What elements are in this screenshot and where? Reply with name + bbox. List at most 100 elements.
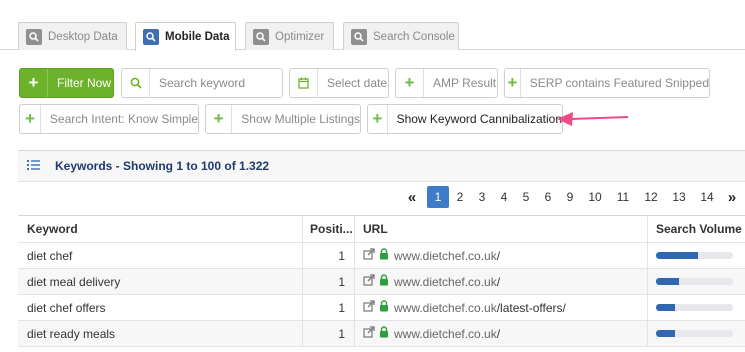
serp-featured-filter[interactable]: + SERP contains Featured Snipped [504,68,710,98]
tab-desktop-data[interactable]: Desktop Data [18,22,127,50]
search-volume-bar-fill [656,252,699,259]
search-volume-bar [656,330,733,337]
search-intent-filter[interactable]: + Search Intent: Know Simple [19,104,199,134]
url-cell: www.dietchef.co.uk/latest-offers/ [354,295,647,320]
search-icon [143,29,159,45]
search-icon [351,28,367,45]
keyword-cannibalization-label: Show Keyword Cannibalization [396,112,562,126]
column-header-position[interactable]: Positi... [302,216,354,242]
page-4[interactable]: 4 [493,186,515,208]
search-icon [26,28,42,45]
table-row[interactable]: diet meal delivery 1 www.dietchef.co.uk / [18,269,745,295]
pagination-prev[interactable]: « [400,186,424,208]
list-icon [27,159,40,173]
tab-label: Desktop Data [48,30,118,43]
page-9[interactable]: 9 [559,186,581,208]
multiple-listings-filter[interactable]: + Show Multiple Listings [205,104,361,134]
external-link-icon[interactable] [363,300,375,315]
lock-icon [379,326,389,341]
table-header-row: Keyword Positi... URL Search Volume [18,216,745,243]
page-6[interactable]: 6 [537,186,559,208]
url-cell: www.dietchef.co.uk / [354,321,647,346]
url-domain[interactable]: www.dietchef.co.uk [394,301,497,315]
pointer-arrow-icon [557,112,629,126]
search-keyword-placeholder: Search keyword [159,76,246,90]
page-13[interactable]: 13 [665,186,693,208]
plus-icon: + [368,105,388,133]
position-cell: 1 [302,295,354,320]
search-volume-cell [647,269,745,294]
keywords-table: Keyword Positi... URL Search Volume diet… [18,215,745,347]
url-cell: www.dietchef.co.uk / [354,243,647,268]
search-volume-bar [656,252,733,259]
external-link-icon[interactable] [363,248,375,263]
lock-icon [379,274,389,289]
page-2[interactable]: 2 [449,186,471,208]
filter-now-button[interactable]: + Filter Now [19,68,114,98]
search-icon [253,28,269,45]
table-row[interactable]: diet ready meals 1 www.dietchef.co.uk / [18,321,745,347]
page-1[interactable]: 1 [427,186,449,208]
pagination-next[interactable]: » [721,186,743,208]
keyword-cell: diet chef offers [27,300,106,315]
search-volume-bar-fill [656,278,680,285]
column-header-search-volume[interactable]: Search Volume [647,216,745,242]
search-volume-cell [647,295,745,320]
tab-search-console[interactable]: Search Console [343,22,459,50]
search-volume-bar [656,278,733,285]
table-row[interactable]: diet chef offers 1 www.dietchef.co.uk/late… [18,295,745,321]
filter-now-label: Filter Now [57,76,112,90]
url-path[interactable]: / [497,249,500,263]
keyword-cell: diet meal delivery [27,274,121,289]
position-cell: 1 [302,321,354,346]
pagination: « 1 2 3 4 5 6 9 10 11 12 13 14 » [400,186,743,208]
keyword-cell: diet chef [27,248,73,263]
search-intent-label: Search Intent: Know Simple [49,112,198,126]
page-12[interactable]: 12 [637,186,665,208]
keyword-cell: diet ready meals [27,326,116,341]
tab-label: Optimizer [275,30,325,43]
plus-icon: + [206,105,233,133]
url-path[interactable]: / [497,327,500,341]
external-link-icon[interactable] [363,326,375,341]
data-source-tabs: Desktop Data Mobile Data Optimizer Searc… [0,0,745,51]
page-11[interactable]: 11 [609,186,637,208]
column-header-url[interactable]: URL [354,216,647,242]
keyword-cannibalization-filter[interactable]: + Show Keyword Cannibalization [367,104,563,134]
position-cell: 1 [302,243,354,268]
search-volume-cell [647,243,745,268]
amp-result-filter[interactable]: + AMP Result [395,68,498,98]
tab-optimizer[interactable]: Optimizer [245,22,334,50]
page-14[interactable]: 14 [693,186,721,208]
serp-featured-label: SERP contains Featured Snipped [529,76,709,90]
plus-icon: + [20,105,41,133]
calendar-icon [290,69,318,97]
column-header-keyword[interactable]: Keyword [27,216,302,242]
search-volume-cell [647,321,745,346]
keywords-panel-header: Keywords - Showing 1 to 100 of 1.322 [18,150,745,182]
page-3[interactable]: 3 [471,186,493,208]
plus-icon: + [505,69,521,97]
search-icon [122,69,150,97]
select-date-field[interactable]: Select date [289,68,389,98]
page-10[interactable]: 10 [581,186,609,208]
lock-icon [379,248,389,263]
search-volume-bar-fill [656,304,676,311]
keywords-panel-title: Keywords - Showing 1 to 100 of 1.322 [55,159,270,173]
url-path[interactable]: / [497,275,500,289]
select-date-label: Select date [327,76,388,90]
url-path[interactable]: /latest-offers/ [497,301,566,315]
table-row[interactable]: diet chef 1 www.dietchef.co.uk / [18,243,745,269]
external-link-icon[interactable] [363,274,375,289]
tab-mobile-data[interactable]: Mobile Data [135,22,236,51]
url-domain[interactable]: www.dietchef.co.uk [394,249,497,263]
multiple-listings-label: Show Multiple Listings [241,112,360,126]
page-5[interactable]: 5 [515,186,537,208]
url-domain[interactable]: www.dietchef.co.uk [394,327,497,341]
plus-icon: + [396,69,424,97]
tab-label: Mobile Data [165,31,230,43]
url-domain[interactable]: www.dietchef.co.uk [394,275,497,289]
lock-icon [379,300,389,315]
plus-icon: + [20,69,48,97]
search-keyword-field[interactable]: Search keyword [121,68,283,98]
